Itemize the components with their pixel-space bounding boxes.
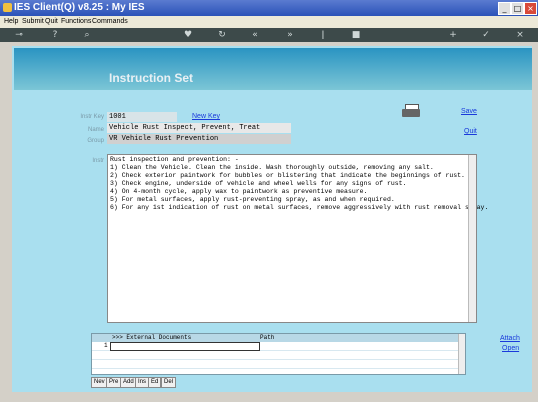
menu-quit[interactable]: Quit [45,18,58,25]
document-input[interactable] [110,342,260,351]
rewind-icon[interactable]: « [250,30,260,40]
grid-header: >>> External Documents Path [92,334,465,342]
grid-delete-button[interactable]: Del [161,377,177,388]
forward-icon[interactable]: » [285,30,295,40]
table-row[interactable]: 1 [92,342,465,351]
documents-grid: >>> External Documents Path 1 [91,333,466,375]
table-row[interactable] [92,360,465,369]
maximize-button[interactable]: □ [511,2,524,15]
table-row[interactable] [92,351,465,360]
close-button[interactable]: × [524,2,537,15]
new-key-link[interactable]: New Key [192,113,220,120]
menu-help[interactable]: Help [4,18,18,25]
window-title: IES Client(Q) v8.25 : My IES [14,2,145,13]
printer-icon[interactable] [402,104,420,118]
grid-scrollbar[interactable] [458,334,465,374]
grid-col-docs: >>> External Documents [112,334,192,341]
instr-key-label: Instr Key [80,114,104,120]
menu-functions[interactable]: Functions [61,18,91,25]
save-link[interactable]: Save [461,108,477,115]
textarea-scrollbar[interactable] [468,155,476,322]
toolbar: ⊸ ? ⌕ ♥ ↻ « » ǀ ■ + ✓ × [0,28,538,42]
ok-icon[interactable]: ✓ [481,30,491,40]
group-label: Group [87,138,104,144]
menu-commands[interactable]: Commands [92,18,128,25]
cancel-icon[interactable]: × [515,30,525,40]
attach-link[interactable]: Attach [500,335,520,342]
search-icon[interactable]: ⌕ [82,30,92,40]
menu-submit[interactable]: Submit [22,18,44,25]
instr-label: Instr [92,158,104,164]
instruction-line: 3) Check engine, underside of vehicle an… [110,180,407,187]
instruction-line: 2) Check exterior paintwork for bubbles … [110,172,465,179]
refresh-icon[interactable]: ↻ [217,30,227,40]
page-banner: Instruction Set [14,48,532,90]
menu-bar: Help Submit Quit Functions Commands [0,16,538,28]
app-icon [3,3,12,12]
minimize-button[interactable]: _ [498,2,511,15]
group-field[interactable]: VR Vehicle Rust Prevention [107,134,291,144]
instr-key-field[interactable]: 1001 [107,112,177,122]
help-icon[interactable]: ? [50,30,60,40]
instruction-line: 5) For metal surfaces, apply rust-preven… [110,196,395,203]
row-number: 1 [104,342,108,349]
instruction-line: 4) On 4-month cycle, apply wax to paintw… [110,188,368,195]
grid-col-path: Path [260,334,275,341]
name-label: Name [87,127,104,133]
instruction-line: 1) Clean the Vehicle. Clean the inside. … [110,164,434,171]
open-link[interactable]: Open [502,345,519,352]
instructions-textarea[interactable]: Rust inspection and prevention: - 1) Cle… [107,154,489,323]
stop-icon[interactable]: ■ [351,30,361,40]
add-icon[interactable]: + [448,30,458,40]
name-field[interactable]: Vehicle Rust Inspect, Prevent, Treat [107,123,291,133]
key-icon[interactable]: ⊸ [10,30,28,40]
page-title: Instruction Set [109,71,194,85]
status-bar [0,392,538,402]
grid-insert-button[interactable]: Ins [135,377,150,388]
quit-link[interactable]: Quit [464,128,477,135]
info-icon[interactable]: ǀ [318,30,328,40]
instruction-line: 6) For any 1st indication of rust on met… [110,204,489,211]
instruction-line: Rust inspection and prevention: - [110,156,239,163]
heart-icon[interactable]: ♥ [183,30,193,40]
title-bar: IES Client(Q) v8.25 : My IES _ □ × [0,0,538,16]
grid-edit-button[interactable]: Ed [148,377,162,388]
